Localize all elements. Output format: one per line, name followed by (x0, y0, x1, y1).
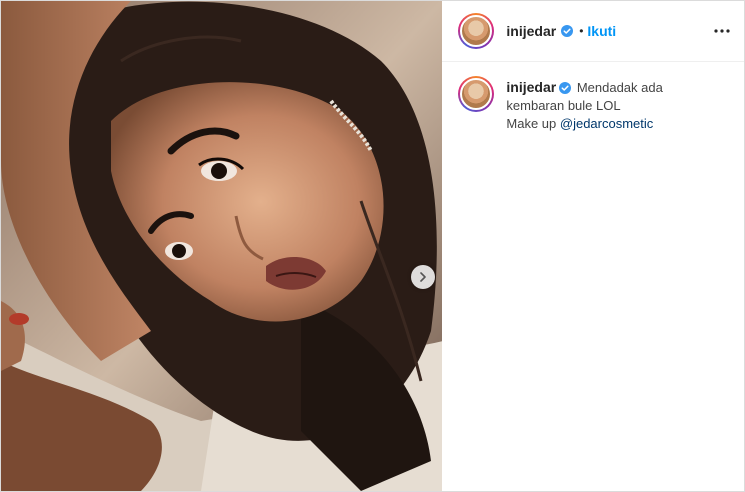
follow-button[interactable]: Ikuti (587, 23, 616, 39)
caption-section: inijedar Mendadak ada kembaran bule LOL … (442, 62, 744, 133)
separator-dot: • (579, 24, 584, 38)
caption-story-ring[interactable] (458, 76, 495, 112)
post-header: inijedar • Ikuti (442, 1, 744, 62)
more-horizontal-icon (714, 29, 730, 33)
verified-badge-icon (561, 25, 574, 37)
chevron-right-icon (420, 272, 426, 282)
caption-avatar[interactable] (460, 78, 493, 110)
more-options-button[interactable] (714, 29, 730, 33)
caption-makeup-prefix: Make up (506, 116, 560, 131)
next-slide-button[interactable] (411, 265, 435, 289)
post-photo (1, 1, 443, 491)
instagram-post: inijedar • Ikuti inijedar Mendadak ada k… (0, 0, 745, 492)
mention-link[interactable]: @jedarcosmetic (560, 116, 653, 131)
story-ring[interactable] (458, 13, 495, 49)
username[interactable]: inijedar (506, 23, 556, 39)
caption-username[interactable]: inijedar (506, 79, 556, 95)
caption-verified-badge-icon (559, 82, 572, 94)
post-sidebar: inijedar • Ikuti inijedar Mendadak ada k… (442, 1, 744, 491)
avatar[interactable] (460, 15, 493, 47)
caption: inijedar Mendadak ada kembaran bule LOL … (506, 78, 716, 133)
post-media[interactable] (1, 1, 443, 491)
